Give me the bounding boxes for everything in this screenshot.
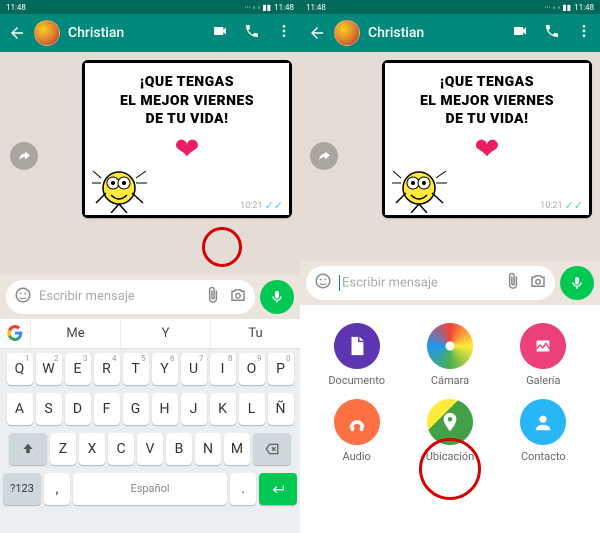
status-icons: ··· ◦ ◦ ▮▮ 11:48	[244, 3, 294, 12]
key-P[interactable]: P0	[268, 353, 294, 385]
key-T[interactable]: T5	[123, 353, 149, 385]
heart-icon: ❤	[174, 132, 199, 167]
attach-document[interactable]: Documento	[314, 323, 399, 387]
key-C[interactable]: C	[108, 433, 134, 465]
kb-row2: ASDFGHJKLÑ	[0, 389, 300, 429]
key-M[interactable]: M	[224, 433, 250, 465]
emoji-icon[interactable]	[14, 286, 32, 308]
message-input[interactable]: Escribir mensaje	[306, 266, 555, 300]
screenshot-right: 11:48 ··· ◦ ◦ ▮▮ 11:48 Christian ¡QUE TE…	[300, 0, 600, 533]
attach-contact[interactable]: Contacto	[501, 399, 586, 463]
chat-area: ¡QUE TENGASEL MEJOR VIERNESDE TU VIDA! ❤…	[0, 52, 300, 275]
input-placeholder: Escribir mensaje	[39, 289, 197, 304]
key-N[interactable]: N	[195, 433, 221, 465]
suggestion-1[interactable]: Me	[30, 319, 120, 348]
attach-gallery[interactable]: Galería	[501, 323, 586, 387]
voice-call-icon[interactable]	[544, 23, 560, 43]
status-bar: 11:48 ··· ◦ ◦ ▮▮ 11:48	[0, 0, 300, 14]
video-call-icon[interactable]	[512, 23, 528, 43]
key-Ñ[interactable]: Ñ	[268, 393, 294, 425]
forward-button[interactable]	[310, 142, 338, 170]
attach-icon[interactable]	[504, 272, 522, 294]
key-V[interactable]: V	[137, 433, 163, 465]
suggestion-row: Me Y Tu	[0, 319, 300, 349]
enter-key[interactable]	[259, 473, 297, 505]
attach-audio[interactable]: Audio	[314, 399, 399, 463]
attach-icon[interactable]	[204, 286, 222, 308]
symbols-key[interactable]: ?123	[3, 473, 41, 505]
key-S[interactable]: S	[36, 393, 62, 425]
message-bubble[interactable]: ¡QUE TENGASEL MEJOR VIERNESDE TU VIDA! ❤…	[82, 60, 292, 218]
image-text: ¡QUE TENGASEL MEJOR VIERNESDE TU VIDA!	[120, 73, 254, 129]
chat-header: Christian	[0, 14, 300, 52]
more-icon[interactable]	[276, 23, 292, 43]
kb-row1: Q1W2E3R4T5Y6U7I8O9P0	[0, 349, 300, 389]
input-row: Escribir mensaje	[0, 275, 300, 319]
keyboard: Me Y Tu Q1W2E3R4T5Y6U7I8O9P0 ASDFGHJKLÑ …	[0, 319, 300, 533]
cartoon-character	[91, 153, 161, 213]
key-Q[interactable]: Q1	[7, 353, 33, 385]
avatar[interactable]	[334, 20, 360, 46]
key-K[interactable]: K	[210, 393, 236, 425]
message-bubble[interactable]: ¡QUE TENGASEL MEJOR VIERNESDE TU VIDA! ❤…	[382, 60, 592, 218]
chat-header: Christian	[300, 14, 600, 52]
key-I[interactable]: I8	[210, 353, 236, 385]
key-F[interactable]: F	[94, 393, 120, 425]
status-time: 11:48	[6, 3, 26, 12]
back-icon[interactable]	[308, 24, 326, 42]
suggestion-3[interactable]: Tu	[210, 319, 300, 348]
key-B[interactable]: B	[166, 433, 192, 465]
contact-name[interactable]: Christian	[368, 25, 504, 41]
attach-camera[interactable]: Cámara	[407, 323, 492, 387]
contact-name[interactable]: Christian	[68, 25, 204, 41]
google-icon[interactable]	[0, 325, 30, 341]
key-Y[interactable]: Y6	[152, 353, 178, 385]
forward-button[interactable]	[10, 142, 38, 170]
key-O[interactable]: O9	[239, 353, 265, 385]
avatar[interactable]	[34, 20, 60, 46]
key-H[interactable]: H	[152, 393, 178, 425]
voice-call-icon[interactable]	[244, 23, 260, 43]
more-icon[interactable]	[576, 23, 592, 43]
message-input[interactable]: Escribir mensaje	[6, 280, 255, 314]
key-R[interactable]: R4	[94, 353, 120, 385]
chat-area: ¡QUE TENGASEL MEJOR VIERNESDE TU VIDA! ❤…	[300, 52, 600, 261]
screenshot-left: 11:48 ··· ◦ ◦ ▮▮ 11:48 Christian ¡QUE TE…	[0, 0, 300, 533]
shift-key[interactable]	[9, 433, 47, 465]
input-row: Escribir mensaje	[300, 261, 600, 305]
emoji-icon[interactable]	[314, 272, 332, 294]
status-bar: 11:48 ··· ◦ ◦ ▮▮ 11:48	[300, 0, 600, 14]
suggestion-2[interactable]: Y	[120, 319, 210, 348]
video-call-icon[interactable]	[212, 23, 228, 43]
comma-key[interactable]: ,	[44, 473, 70, 505]
camera-icon[interactable]	[529, 272, 547, 294]
key-L[interactable]: L	[239, 393, 265, 425]
key-E[interactable]: E3	[65, 353, 91, 385]
period-key[interactable]: .	[230, 473, 256, 505]
kb-row3: ZXCVBNM	[0, 429, 300, 469]
attach-location[interactable]: Ubicación	[407, 399, 492, 463]
key-U[interactable]: U7	[181, 353, 207, 385]
key-A[interactable]: A	[7, 393, 33, 425]
key-G[interactable]: G	[123, 393, 149, 425]
backspace-key[interactable]	[253, 433, 291, 465]
key-D[interactable]: D	[65, 393, 91, 425]
key-X[interactable]: X	[79, 433, 105, 465]
key-W[interactable]: W2	[36, 353, 62, 385]
space-key[interactable]: Español	[73, 473, 227, 505]
kb-row4: ?123 , Español .	[0, 469, 300, 509]
message-time: 10:21✓✓	[240, 199, 283, 212]
camera-icon[interactable]	[229, 286, 247, 308]
mic-button[interactable]	[260, 280, 294, 314]
attachment-menu: Documento Cámara Galería Audio Ubicación…	[300, 305, 600, 533]
mic-button[interactable]	[560, 266, 594, 300]
back-icon[interactable]	[8, 24, 26, 42]
key-J[interactable]: J	[181, 393, 207, 425]
key-Z[interactable]: Z	[50, 433, 76, 465]
